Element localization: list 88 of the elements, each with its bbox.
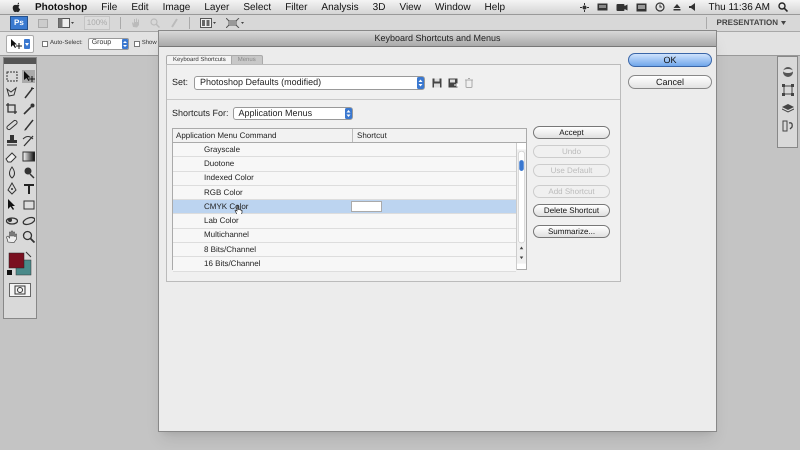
stepper-icon [122, 38, 128, 48]
zoom-icon[interactable] [22, 230, 35, 243]
move-tool-icon[interactable] [22, 70, 35, 83]
menu-item[interactable]: Window [434, 0, 471, 14]
table-row[interactable]: Duotone [173, 157, 516, 172]
stepper-icon [417, 77, 424, 89]
menu-item[interactable]: Analysis [321, 0, 359, 14]
shortcuts-for-dropdown[interactable]: Application Menus [232, 107, 353, 120]
app-menu[interactable]: Photoshop [35, 0, 88, 14]
menubar-clock[interactable]: Thu 11:36 AM [708, 0, 770, 14]
save-as-icon[interactable] [448, 78, 460, 88]
selection-arrow-icon[interactable] [5, 198, 18, 211]
menu-item[interactable]: 3D [372, 0, 386, 14]
column-header[interactable]: Shortcut [353, 129, 526, 142]
orbit-icon[interactable] [22, 214, 35, 227]
stepper-icon [344, 108, 352, 119]
apple-icon [12, 2, 21, 12]
sun-icon[interactable] [580, 2, 590, 12]
eraser-icon[interactable] [5, 150, 18, 163]
dialog-button[interactable]: OK [628, 53, 712, 67]
workspace-label: PRESENTATION [716, 17, 778, 29]
table-row[interactable]: Multichannel [173, 228, 516, 244]
hand-icon[interactable] [5, 230, 18, 243]
menu-item[interactable]: File [101, 0, 118, 14]
action-button[interactable]: Delete Shortcut [533, 204, 610, 217]
eject-icon[interactable] [673, 3, 682, 11]
tool-preset-picker[interactable] [6, 34, 34, 52]
search-icon[interactable] [778, 2, 788, 12]
transform-icon[interactable] [782, 84, 794, 96]
table-row[interactable]: RGB Color [173, 186, 516, 200]
menu-item[interactable]: Help [484, 0, 506, 14]
marquee-icon[interactable] [5, 70, 18, 83]
sphere-icon[interactable] [782, 66, 794, 78]
table-row[interactable]: 16 Bits/Channel [173, 257, 516, 272]
move-tool-icon [10, 38, 22, 48]
eyedropper-icon[interactable] [22, 102, 35, 115]
menu-item[interactable]: Layer [204, 0, 230, 14]
brush-icon[interactable] [22, 118, 35, 131]
table-row[interactable]: Lab Color [173, 214, 516, 229]
workspace-menu[interactable]: PRESENTATION [716, 17, 790, 29]
field-label: Shortcuts For: [172, 106, 229, 120]
crop-icon[interactable] [5, 102, 18, 115]
quick-mask-icon[interactable] [9, 283, 31, 297]
menu-item[interactable]: Edit [131, 0, 149, 14]
wand-icon[interactable] [22, 86, 35, 99]
camera-icon[interactable] [616, 2, 628, 12]
caret-icon [781, 21, 786, 25]
bandage-icon[interactable] [5, 118, 18, 131]
action-button[interactable]: Accept [533, 126, 610, 139]
lasso-icon[interactable] [5, 86, 18, 99]
checkbox[interactable] [42, 40, 48, 46]
stamp-icon[interactable] [5, 134, 18, 147]
window-title: Keyboard Shortcuts and Menus [374, 32, 501, 45]
table-row[interactable]: CMYK Color [173, 200, 516, 214]
pen-icon[interactable] [5, 182, 18, 195]
column-header[interactable]: Application Menu Command [173, 129, 353, 142]
save-icon[interactable] [432, 78, 442, 88]
table-row[interactable]: 8 Bits/Channel [173, 243, 516, 258]
scrollbar[interactable] [516, 143, 526, 270]
display-icon[interactable] [636, 2, 648, 12]
action-button[interactable]: Summarize... [533, 225, 610, 238]
caret-icon [24, 38, 30, 48]
shortcut-field[interactable] [351, 201, 382, 212]
arrange-icon[interactable] [200, 18, 216, 28]
layers-icon[interactable] [782, 102, 794, 114]
set-dropdown[interactable]: Photoshop Defaults (modified) [194, 76, 426, 90]
app-logo: Ps [10, 16, 28, 30]
menu-item[interactable]: Image [162, 0, 190, 14]
table-row[interactable]: Indexed Color [173, 172, 516, 186]
dialog-button[interactable]: Cancel [628, 75, 712, 89]
monitor-icon[interactable] [597, 2, 608, 12]
panel-header [4, 58, 36, 64]
table-row[interactable]: Grayscale [173, 143, 516, 158]
speaker-icon[interactable] [689, 3, 696, 11]
rectangle-shape-icon[interactable] [22, 198, 35, 211]
history-brush-icon[interactable] [22, 134, 35, 147]
menu-item[interactable]: Select [243, 0, 272, 14]
dodge-icon[interactable] [22, 166, 35, 179]
gradient-icon[interactable] [22, 150, 35, 163]
menu-item[interactable]: View [399, 0, 421, 14]
menu-item[interactable]: Filter [285, 0, 308, 14]
screen-mode-icon[interactable] [226, 18, 244, 28]
checkbox[interactable] [134, 40, 140, 46]
color-swatches-icon[interactable] [7, 251, 33, 277]
type-tool-icon[interactable] [22, 182, 35, 195]
screen-view-icon[interactable] [58, 18, 74, 28]
clock-icon[interactable] [655, 2, 666, 12]
field-label: Set: [172, 76, 188, 90]
